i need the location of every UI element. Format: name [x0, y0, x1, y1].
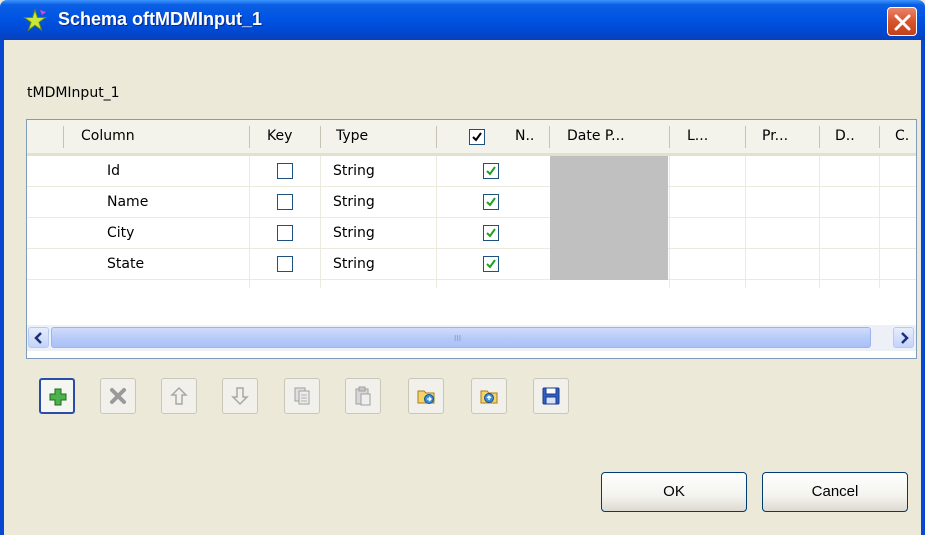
header-separator — [436, 126, 437, 148]
checkmark-icon — [472, 132, 482, 142]
scroll-right-button[interactable] — [893, 327, 914, 348]
header-column[interactable]: Column — [81, 120, 135, 153]
chevron-right-icon — [901, 332, 909, 344]
scroll-grip: III — [454, 334, 462, 343]
plus-icon — [49, 388, 67, 406]
copy-button[interactable] — [284, 378, 320, 414]
table-header: Column Key Type N.. Date P... L... Pr...… — [27, 120, 916, 156]
header-separator — [63, 126, 64, 148]
ok-button[interactable]: OK — [601, 472, 747, 512]
window-frame-left — [0, 40, 4, 535]
date-pattern-cell — [550, 187, 668, 218]
header-comment[interactable]: C. — [895, 120, 909, 153]
close-button[interactable] — [887, 7, 917, 36]
type-cell[interactable]: String — [333, 218, 375, 249]
header-key[interactable]: Key — [267, 120, 292, 153]
chevron-left-icon — [34, 332, 42, 344]
talend-star-icon — [22, 8, 48, 32]
table-row[interactable]: City String — [27, 218, 916, 249]
paste-icon — [355, 386, 371, 406]
header-date-pattern[interactable]: Date P... — [567, 120, 625, 153]
horizontal-scrollbar[interactable]: III — [27, 325, 916, 351]
import-icon — [417, 390, 435, 404]
key-checkbox[interactable] — [277, 225, 293, 241]
header-length[interactable]: L... — [687, 120, 708, 153]
header-separator — [669, 126, 670, 148]
scroll-left-button[interactable] — [28, 327, 49, 348]
type-cell[interactable]: String — [333, 187, 375, 218]
import-button[interactable] — [408, 378, 444, 414]
header-separator — [249, 126, 250, 148]
date-pattern-cell — [550, 249, 668, 280]
disk-icon — [542, 387, 560, 405]
checkmark-icon — [486, 228, 496, 238]
type-cell[interactable]: String — [333, 156, 375, 187]
type-cell[interactable]: String — [333, 249, 375, 280]
export-button[interactable] — [471, 378, 507, 414]
header-separator — [879, 126, 880, 148]
move-up-button[interactable] — [161, 378, 197, 414]
column-name-cell[interactable]: State — [107, 249, 144, 280]
nullable-checkbox[interactable] — [483, 194, 499, 210]
header-separator — [745, 126, 746, 148]
save-button[interactable] — [533, 378, 569, 414]
window-title: Schema oftMDMInput_1 — [58, 9, 263, 29]
component-label: tMDMInput_1 — [27, 85, 120, 101]
column-name-cell[interactable]: City — [107, 218, 134, 249]
cancel-button[interactable]: Cancel — [762, 472, 908, 512]
header-precision[interactable]: Pr... — [762, 120, 788, 153]
table-row[interactable]: Name String — [27, 187, 916, 218]
column-name-cell[interactable]: Name — [107, 187, 148, 218]
window-frame-right — [921, 40, 925, 535]
copy-icon — [294, 387, 310, 405]
header-type[interactable]: Type — [336, 120, 368, 153]
scroll-thumb[interactable]: III — [51, 327, 871, 348]
header-default[interactable]: D.. — [835, 120, 855, 153]
remove-button[interactable] — [100, 378, 136, 414]
export-icon — [480, 390, 498, 404]
header-separator — [320, 126, 321, 148]
column-name-cell[interactable]: Id — [107, 156, 120, 187]
date-pattern-cell — [550, 218, 668, 249]
header-separator — [549, 126, 550, 148]
header-separator — [819, 126, 820, 148]
arrow-down-icon — [231, 387, 249, 406]
nullable-checkbox[interactable] — [483, 225, 499, 241]
title-bar: Schema oftMDMInput_1 — [0, 0, 925, 40]
key-checkbox[interactable] — [277, 194, 293, 210]
schema-table[interactable]: Column Key Type N.. Date P... L... Pr...… — [26, 119, 917, 359]
nullable-checkbox[interactable] — [483, 163, 499, 179]
checkmark-icon — [486, 197, 496, 207]
paste-button[interactable] — [345, 378, 381, 414]
arrow-up-icon — [170, 386, 188, 405]
nullable-checkbox[interactable] — [483, 256, 499, 272]
move-down-button[interactable] — [222, 378, 258, 414]
table-row[interactable]: State String — [27, 249, 916, 280]
add-button[interactable] — [39, 378, 75, 414]
checkmark-icon — [486, 166, 496, 176]
checkmark-icon — [486, 259, 496, 269]
key-checkbox[interactable] — [277, 163, 293, 179]
close-icon — [894, 14, 911, 31]
key-checkbox[interactable] — [277, 256, 293, 272]
header-nullable[interactable]: N.. — [515, 120, 534, 153]
x-icon — [110, 388, 126, 404]
date-pattern-cell — [550, 156, 668, 187]
table-row[interactable]: Id String — [27, 156, 916, 187]
nullable-header-checkbox[interactable] — [469, 129, 485, 145]
